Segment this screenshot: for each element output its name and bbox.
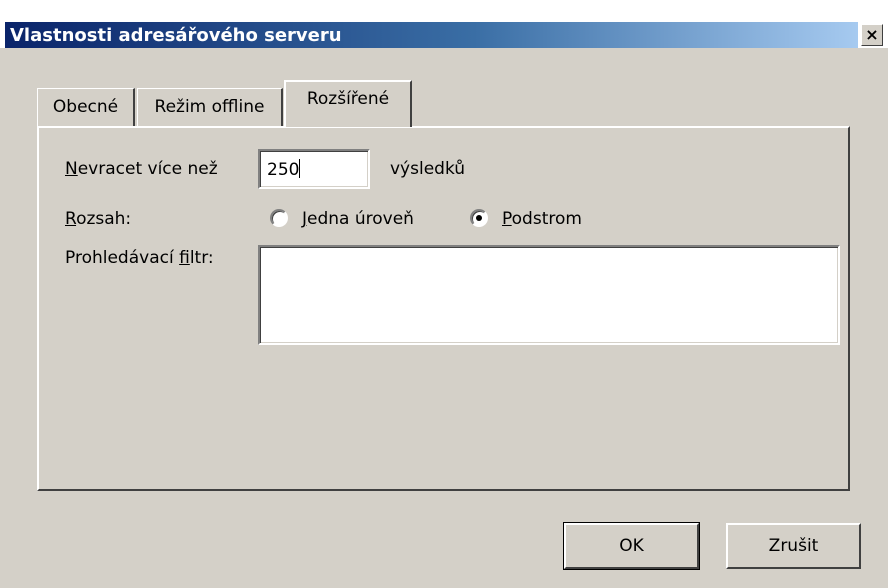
close-button[interactable]: ×: [861, 24, 883, 46]
ok-button[interactable]: OK: [563, 522, 700, 570]
title-bar: Vlastnosti adresářového serveru ×: [0, 0, 888, 48]
tab-obecne[interactable]: Obecné: [37, 88, 135, 126]
max-results-value: 250: [267, 159, 301, 180]
max-results-label: Nevracet více než: [65, 159, 218, 179]
tab-rozsirene[interactable]: Rozšířené: [284, 80, 412, 127]
radio-podstrom-label[interactable]: Podstrom: [502, 209, 582, 229]
text-caret: [299, 159, 301, 178]
max-results-input[interactable]: 250: [258, 149, 370, 189]
search-filter-input[interactable]: [258, 245, 840, 345]
radio-podstrom[interactable]: [470, 209, 488, 227]
tab-rezim-offline[interactable]: Režim offline: [137, 88, 283, 126]
tab-label: Režim offline: [154, 97, 265, 117]
tab-label: Obecné: [52, 97, 119, 117]
radio-jedna-uroven-label[interactable]: Jedna úroveň: [302, 209, 414, 229]
tab-label: Rozšířené: [306, 89, 390, 109]
window-title: Vlastnosti adresářového serveru: [10, 25, 342, 46]
radio-jedna-uroven[interactable]: [270, 209, 288, 227]
scope-label: Rozsah:: [65, 209, 132, 229]
search-filter-label: Prohledávací filtr:: [65, 248, 214, 268]
max-results-suffix: výsledků: [390, 159, 466, 179]
radio-selected-dot: [476, 215, 482, 221]
cancel-button[interactable]: Zrušit: [726, 523, 861, 569]
